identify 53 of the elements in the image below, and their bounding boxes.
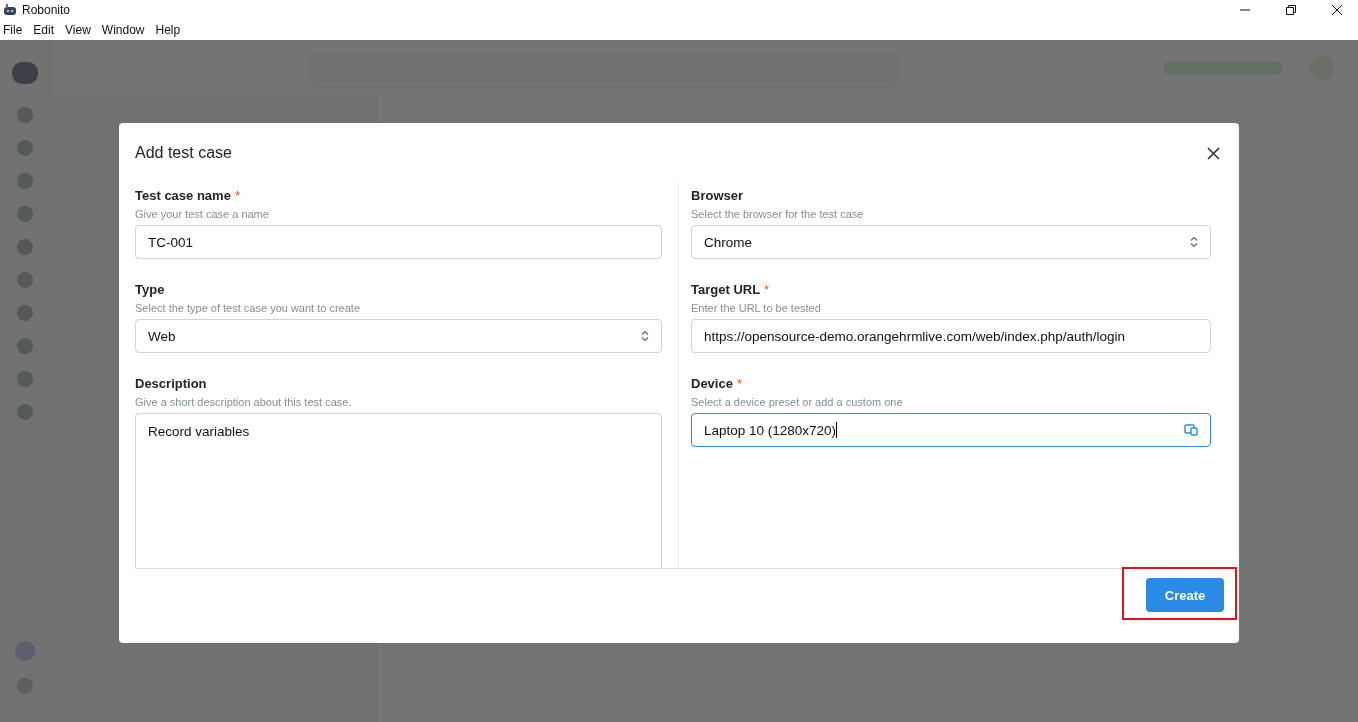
required-mark: * (764, 282, 770, 297)
required-mark: * (234, 188, 240, 203)
device-field[interactable]: Laptop 10 (1280x720) (691, 413, 1211, 447)
sidebar-icon (17, 140, 33, 156)
field-hint: Select the browser for the test case (691, 208, 865, 220)
textarea-field[interactable]: Record variables (135, 413, 662, 568)
sidebar-icon (17, 206, 33, 222)
window-title: Robonito (22, 3, 71, 17)
select-field[interactable]: Chrome (691, 225, 1211, 259)
select-value: Web (148, 328, 176, 344)
field-label: Device (691, 376, 733, 391)
field-label: Browser (691, 188, 744, 203)
textarea-value: Record variables (148, 424, 250, 439)
devices-icon[interactable] (1184, 424, 1198, 436)
menu-item[interactable]: View (64, 23, 97, 37)
input-value: https://opensource-demo.orangehrmlive.com/web/index.php/auth/login (704, 328, 1125, 344)
close-icon[interactable] (1332, 5, 1342, 15)
field-label: Description (135, 376, 207, 391)
sidebar-icon (17, 305, 33, 321)
field-label: Type (135, 282, 165, 297)
sidebar-icon (17, 404, 33, 420)
input-field[interactable]: TC-001 (135, 225, 662, 259)
dialog-title: Add test case (135, 144, 232, 162)
field-hint: Select the type of test case you want to create (135, 302, 362, 314)
field-label: Target URL (691, 282, 761, 297)
menu-item[interactable]: Window (100, 23, 151, 37)
field-hint: Enter the URL to be tested (691, 302, 822, 314)
chevron-updown-icon (641, 330, 649, 342)
restore-icon[interactable] (1286, 5, 1296, 15)
select-value: Chrome (704, 234, 752, 250)
sidebar-logo-icon (12, 62, 38, 84)
app-logo-icon (3, 4, 17, 16)
required-mark: * (736, 376, 742, 391)
input-value: Laptop 10 (1280x720) (704, 422, 838, 438)
menu-item[interactable]: Help (154, 23, 187, 37)
input-field[interactable]: https://opensource-demo.orangehrmlive.com/web/index.php/auth/login (691, 319, 1211, 353)
sidebar-icon (17, 371, 33, 387)
field-hint: Give a short description about this test case. (135, 396, 353, 408)
field-label: Test case name (135, 188, 231, 203)
create-button[interactable]: Create (1146, 578, 1224, 612)
menu-item[interactable]: File (2, 23, 29, 37)
chevron-updown-icon (1190, 236, 1198, 248)
menu-item[interactable]: Edit (32, 23, 61, 37)
select-field[interactable]: Web (135, 319, 662, 353)
field-hint: Select a device preset or add a custom one (691, 396, 904, 408)
sidebar-icon (17, 173, 33, 189)
sidebar-icon (17, 338, 33, 354)
field-hint: Give your test case a name (135, 208, 270, 220)
input-value: TC-001 (148, 234, 193, 250)
close-icon[interactable] (1207, 146, 1220, 160)
sidebar-icon (17, 239, 33, 255)
sidebar-icon (17, 107, 33, 123)
sidebar-icon (17, 272, 33, 288)
